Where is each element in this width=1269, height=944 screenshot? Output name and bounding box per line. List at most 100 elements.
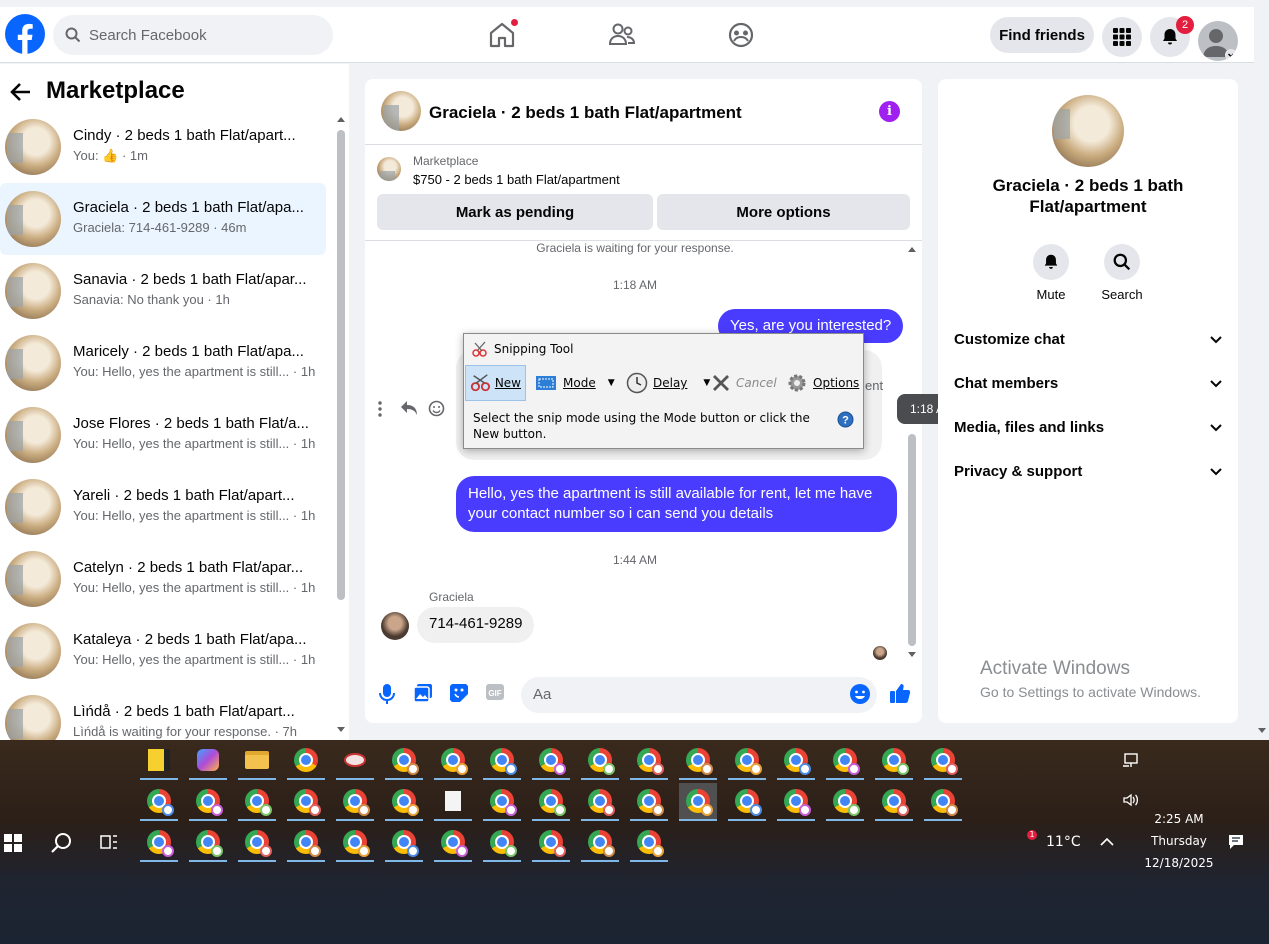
scroll-down-icon[interactable]	[336, 726, 346, 734]
chrome-profile-icon[interactable]	[385, 824, 423, 862]
conversation-item[interactable]: Kataleya · 2 beds 1 bath Flat/apa... You:…	[0, 615, 326, 687]
clock-day[interactable]: Thursday	[1140, 834, 1218, 848]
mark-as-pending-button[interactable]: Mark as pending	[377, 194, 653, 230]
chrome-profile-icon[interactable]	[875, 742, 913, 780]
privacy-support-row[interactable]: Privacy & support	[954, 463, 1222, 480]
chrome-profile-icon[interactable]	[287, 783, 325, 821]
chrome-profile-icon[interactable]	[777, 783, 815, 821]
chat-avatar[interactable]	[381, 91, 421, 131]
profile-avatar-button[interactable]	[1198, 21, 1238, 61]
temperature-label[interactable]: 11°C	[1046, 834, 1081, 850]
conversation-item[interactable]: Sanavia · 2 beds 1 bath Flat/apar... Sana…	[0, 255, 326, 327]
chrome-profile-icon[interactable]	[826, 742, 864, 780]
chrome-profile-icon[interactable]	[483, 824, 521, 862]
chrome-profile-icon[interactable]	[630, 824, 668, 862]
chat-scrollbar[interactable]	[908, 434, 916, 646]
clock-date[interactable]: 12/18/2025	[1140, 856, 1218, 870]
chrome-profile-icon[interactable]	[140, 824, 178, 862]
info-icon[interactable]: i	[879, 101, 900, 122]
chrome-profile-icon[interactable]	[826, 783, 864, 821]
chrome-profile-icon[interactable]	[189, 824, 227, 862]
listing-price[interactable]: $750 - 2 beds 1 bath Flat/apartment	[413, 172, 620, 187]
clock-time[interactable]: 2:25 AM	[1140, 812, 1218, 826]
conversation-item[interactable]: Maricely · 2 beds 1 bath Flat/apa... You:…	[0, 327, 326, 399]
facebook-logo-icon[interactable]	[5, 14, 45, 54]
chrome-profile-icon[interactable]	[924, 742, 962, 780]
chrome-profile-icon[interactable]	[532, 824, 570, 862]
scroll-up-icon[interactable]	[907, 245, 917, 253]
page-scroll-down-icon[interactable]	[1257, 727, 1267, 735]
chrome-profile-icon[interactable]	[581, 824, 619, 862]
search-icon[interactable]	[50, 832, 72, 854]
chrome-profile-icon[interactable]	[287, 824, 325, 862]
chrome-profile-icon[interactable]	[630, 783, 668, 821]
conversation-item[interactable]: Yareli · 2 beds 1 bath Flat/apart... You:…	[0, 471, 326, 543]
more-options-button[interactable]: More options	[657, 194, 910, 230]
chrome-profile-icon[interactable]	[434, 824, 472, 862]
conversation-item[interactable]: Jose Flores · 2 beds 1 bath Flat/a... You…	[0, 399, 326, 471]
chrome-profile-icon[interactable]	[581, 783, 619, 821]
chrome-profile-icon[interactable]	[581, 742, 619, 780]
scroll-up-icon[interactable]	[336, 115, 346, 123]
windows-start-icon[interactable]	[4, 834, 22, 852]
chrome-profile-icon[interactable]	[875, 783, 913, 821]
listing-thumbnail[interactable]	[377, 157, 401, 181]
chrome-profile-icon[interactable]	[189, 783, 227, 821]
emoji-reaction-icon[interactable]	[428, 400, 445, 417]
details-avatar[interactable]	[1052, 95, 1124, 167]
gif-icon[interactable]: GIF	[485, 683, 505, 701]
delay-button[interactable]: Delay ▼	[626, 365, 710, 401]
more-actions-icon[interactable]	[377, 401, 383, 417]
chrome-profile-icon[interactable]	[483, 783, 521, 821]
chrome-profile-icon[interactable]	[728, 742, 766, 780]
chat-members-row[interactable]: Chat members	[954, 375, 1222, 392]
photo-icon[interactable]	[413, 683, 433, 703]
mute-button[interactable]: Mute	[1021, 244, 1081, 302]
dropdown-arrow-icon[interactable]: ▼	[608, 378, 615, 388]
chrome-profile-icon[interactable]	[336, 824, 374, 862]
search-input[interactable]: Search Facebook	[53, 15, 333, 55]
reply-icon[interactable]	[400, 400, 418, 416]
find-friends-button[interactable]: Find friends	[990, 17, 1094, 53]
microphone-icon[interactable]	[379, 683, 395, 705]
sticker-icon[interactable]	[449, 683, 469, 703]
mode-button[interactable]: Mode ▼	[535, 365, 615, 401]
search-conversation-button[interactable]: Search	[1092, 244, 1152, 302]
chrome-icon[interactable]	[287, 742, 325, 780]
chrome-profile-icon[interactable]	[385, 742, 423, 780]
snipping-tool-icon[interactable]	[336, 742, 374, 780]
message-input[interactable]: Aa	[521, 677, 877, 713]
customize-chat-row[interactable]: Customize chat	[954, 331, 1222, 348]
notification-center-icon[interactable]	[1228, 834, 1244, 850]
chrome-profile-icon[interactable]	[630, 742, 668, 780]
file-explorer-icon[interactable]	[238, 742, 276, 780]
task-view-icon[interactable]	[100, 834, 118, 850]
outgoing-message[interactable]: Hello, yes the apartment is still availa…	[456, 476, 897, 532]
friends-icon[interactable]	[606, 19, 638, 51]
chat-title[interactable]: Graciela · 2 beds 1 bath Flat/apartment	[429, 103, 742, 123]
chrome-profile-icon[interactable]	[679, 783, 717, 821]
sticky-notes-icon[interactable]	[140, 742, 178, 780]
conversation-item[interactable]: Graciela · 2 beds 1 bath Flat/apa... Grac…	[0, 183, 326, 255]
options-button[interactable]: Options	[786, 365, 859, 401]
chrome-profile-icon[interactable]	[238, 824, 276, 862]
emoji-icon[interactable]	[849, 683, 871, 705]
incoming-message[interactable]: 714-461-9289	[417, 607, 535, 643]
chrome-profile-icon[interactable]	[532, 742, 570, 780]
chrome-profile-icon[interactable]	[532, 783, 570, 821]
new-snip-button[interactable]: New	[465, 365, 526, 401]
thumbs-up-icon[interactable]	[889, 682, 911, 704]
scroll-down-icon[interactable]	[907, 651, 917, 659]
conversation-item[interactable]: Catelyn · 2 beds 1 bath Flat/apar... You:…	[0, 543, 326, 615]
chrome-profile-icon[interactable]	[483, 742, 521, 780]
volume-icon[interactable]	[1122, 792, 1140, 808]
sender-avatar[interactable]	[381, 612, 409, 640]
chrome-profile-icon[interactable]	[728, 783, 766, 821]
chrome-profile-icon[interactable]	[238, 783, 276, 821]
chrome-profile-icon[interactable]	[385, 783, 423, 821]
help-icon[interactable]: ?	[837, 411, 854, 428]
chrome-profile-icon[interactable]	[140, 783, 178, 821]
document-file-icon[interactable]	[434, 783, 472, 821]
copilot-icon[interactable]	[189, 742, 227, 780]
media-files-links-row[interactable]: Media, files and links	[954, 419, 1222, 436]
